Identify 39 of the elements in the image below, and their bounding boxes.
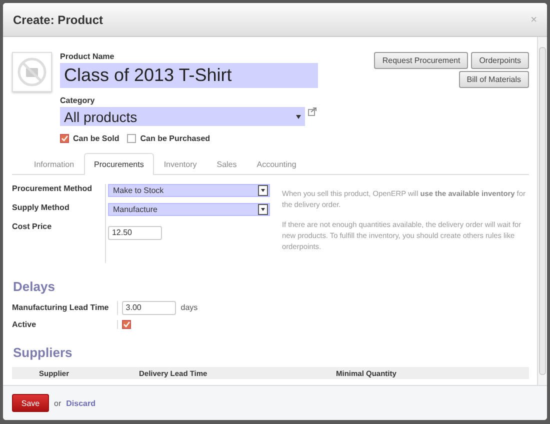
section-heading: Delays (13, 278, 56, 294)
field-label: Cost Price (12, 222, 53, 233)
tab[interactable]: Accounting (246, 153, 306, 175)
dialog-title: Create: Product (13, 12, 104, 26)
dropdown-field[interactable]: Make to Stock (108, 184, 270, 197)
field-label: Supply Method (12, 203, 70, 214)
checkbox[interactable] (127, 134, 136, 143)
checkbox[interactable] (122, 320, 131, 329)
checkbox-label: Can be Purchased (140, 134, 210, 143)
save-button[interactable]: Save (12, 394, 49, 412)
caret-icon (296, 114, 301, 118)
field-label: Active (12, 320, 36, 329)
field-label: Product Name (60, 52, 116, 61)
field-label: Manufacturing Lead Time (12, 303, 109, 312)
field-label: Procurement Method (12, 184, 94, 195)
caret-icon (258, 185, 268, 196)
tab[interactable]: Sales (206, 153, 247, 175)
external-link-icon[interactable] (308, 107, 317, 116)
product-name-field[interactable]: Class of 2013 T-Shirt (60, 63, 318, 88)
input-field[interactable]: 12.50 (108, 226, 162, 240)
input-field[interactable]: 3.00 (122, 300, 176, 315)
discard-link[interactable]: Discard (66, 398, 96, 408)
action-button[interactable]: Request Procurement (374, 52, 468, 69)
caret-icon (258, 204, 268, 215)
category-dropdown[interactable]: All products (60, 107, 305, 126)
field-label: Category (60, 96, 96, 105)
tab[interactable]: Inventory (154, 153, 207, 175)
section-heading: Suppliers (13, 344, 74, 360)
no-camera-icon (17, 57, 47, 87)
or-text: or (54, 398, 62, 408)
checkbox[interactable] (60, 134, 69, 143)
tab[interactable]: Procurements (84, 153, 154, 175)
unit-label: days (180, 303, 198, 312)
dropdown-field[interactable]: Manufacture (108, 203, 270, 216)
action-button[interactable]: Bill of Materials (458, 71, 529, 88)
checkbox-label: Can be Sold (73, 134, 120, 143)
tab[interactable]: Information (24, 153, 84, 175)
action-button[interactable]: Orderpoints (471, 52, 529, 69)
scrollbar[interactable] (537, 37, 547, 385)
